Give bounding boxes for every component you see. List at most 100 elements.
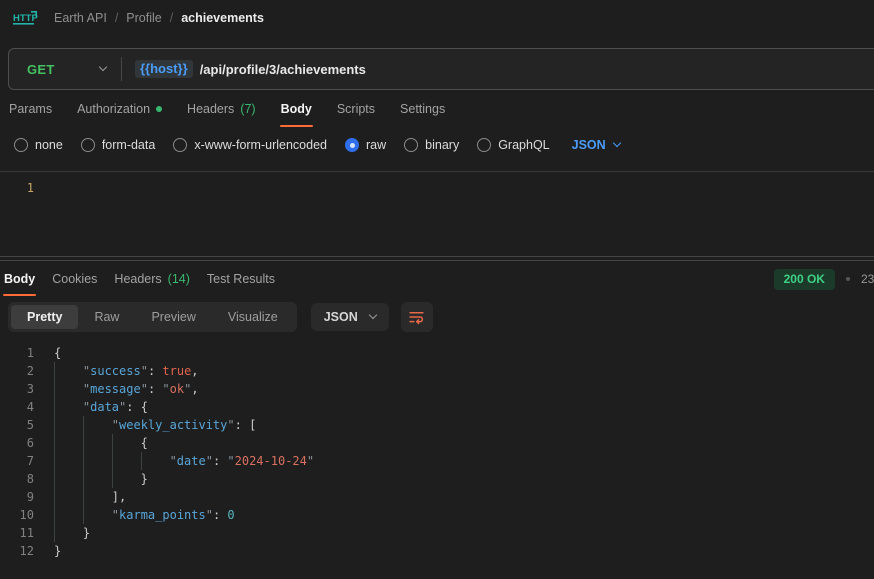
indent-guide [83, 506, 112, 524]
request-tab-body[interactable]: Body [280, 90, 313, 128]
body-mode-form-data[interactable]: form-data [81, 138, 156, 152]
response-tab-test-results[interactable]: Test Results [206, 261, 276, 297]
wrap-lines-button[interactable] [401, 302, 433, 332]
radio-icon[interactable] [14, 138, 28, 152]
body-mode-label: x-www-form-urlencoded [194, 138, 327, 152]
request-tab-scripts[interactable]: Scripts [336, 90, 376, 128]
code-tokens: } [83, 524, 90, 542]
code-content: } [54, 470, 148, 488]
line-number: 1 [0, 344, 34, 362]
svg-text:HTTP: HTTP [13, 13, 38, 24]
response-code-line: 5 "weekly_activity": [ [0, 416, 874, 434]
body-mode-label: GraphQL [498, 138, 549, 152]
host-variable-chip[interactable]: {{host}} [135, 60, 193, 78]
indent-guide [54, 452, 83, 470]
tab-label: Test Results [207, 272, 275, 286]
code-tokens: "success": true, [83, 362, 199, 380]
radio-icon[interactable] [173, 138, 187, 152]
http-request-icon: HTTP [12, 10, 38, 26]
code-tokens: { [141, 434, 148, 452]
body-mode-raw[interactable]: raw [345, 138, 386, 152]
body-mode-graphql[interactable]: GraphQL [477, 138, 549, 152]
line-number: 5 [0, 416, 34, 434]
view-tab-visualize[interactable]: Visualize [212, 305, 294, 329]
indent-guide [141, 452, 170, 470]
view-tab-pretty[interactable]: Pretty [11, 305, 78, 329]
line-number: 9 [0, 488, 34, 506]
response-tab-cookies[interactable]: Cookies [51, 261, 98, 297]
indent-guide [54, 434, 83, 452]
request-body-editor[interactable]: 1 [0, 171, 874, 256]
url-input[interactable]: {{host}} /api/profile/3/achievements [122, 49, 874, 89]
request-tab-params[interactable]: Params [8, 90, 53, 128]
code-tokens: "date": "2024-10-24" [170, 452, 315, 470]
code-content: "date": "2024-10-24" [54, 452, 314, 470]
response-tab-headers[interactable]: Headers(14) [113, 261, 190, 297]
line-number: 8 [0, 470, 34, 488]
code-content: { [54, 434, 148, 452]
body-language-select[interactable]: JSON [572, 138, 620, 152]
tab-label: Scripts [337, 102, 375, 116]
meta-dot-separator [846, 277, 850, 281]
code-content: "weekly_activity": [ [54, 416, 256, 434]
breadcrumb-workspace[interactable]: Earth API [54, 11, 107, 25]
indent-guide [112, 470, 141, 488]
response-meta: 200 OK 230 [774, 261, 874, 297]
body-mode-binary[interactable]: binary [404, 138, 459, 152]
request-tab-settings[interactable]: Settings [399, 90, 446, 128]
tab-label: Cookies [52, 272, 97, 286]
response-body-viewer[interactable]: 1{2"success": true,3"message": "ok",4"da… [0, 337, 874, 560]
radio-selected-icon[interactable] [345, 138, 359, 152]
code-tokens: "data": { [83, 398, 148, 416]
response-code-line: 6{ [0, 434, 874, 452]
body-mode-x-www-form-urlencoded[interactable]: x-www-form-urlencoded [173, 138, 327, 152]
breadcrumb-separator: / [115, 11, 118, 25]
radio-icon[interactable] [81, 138, 95, 152]
indent-guide [83, 416, 112, 434]
http-request-tab: HTTP Earth API / Profile / achievements … [0, 0, 874, 579]
code-tokens: } [54, 542, 61, 560]
radio-icon[interactable] [477, 138, 491, 152]
indent-guide [83, 452, 112, 470]
breadcrumb-collection[interactable]: Profile [126, 11, 161, 25]
request-url-bar: GET {{host}} /api/profile/3/achievements [8, 48, 874, 90]
indent-guide [54, 362, 83, 380]
indent-guide [54, 380, 83, 398]
indent-guide [54, 416, 83, 434]
response-tab-body[interactable]: Body [3, 261, 36, 297]
indent-guide [83, 434, 112, 452]
view-mode-segmented-control: PrettyRawPreviewVisualize [8, 302, 297, 332]
response-language-select[interactable]: JSON [311, 303, 389, 331]
method-label: GET [27, 62, 55, 77]
method-selector[interactable]: GET [9, 49, 121, 89]
status-badge[interactable]: 200 OK [774, 269, 835, 290]
request-tab-authorization[interactable]: Authorization [76, 90, 163, 128]
tab-label: Settings [400, 102, 445, 116]
response-tabs: Body Cookies Headers(14) Test Results [3, 261, 276, 297]
view-tab-raw[interactable]: Raw [78, 305, 135, 329]
request-tab-headers[interactable]: Headers(7) [186, 90, 257, 128]
line-number: 7 [0, 452, 34, 470]
indent-guide [54, 506, 83, 524]
code-content: "data": { [54, 398, 148, 416]
code-tokens: { [54, 344, 61, 362]
response-code-line: 4"data": { [0, 398, 874, 416]
tab-label: Authorization [77, 102, 150, 116]
response-code-line: 9], [0, 488, 874, 506]
code-content: } [54, 542, 61, 560]
code-content: "success": true, [54, 362, 199, 380]
response-time: 230 [861, 272, 874, 286]
wrap-lines-icon [408, 309, 425, 326]
breadcrumb-request-name[interactable]: achievements [181, 11, 264, 25]
radio-dot [350, 143, 355, 148]
code-tokens: "karma_points": 0 [112, 506, 235, 524]
indent-guide [54, 488, 83, 506]
body-mode-label: binary [425, 138, 459, 152]
radio-icon[interactable] [404, 138, 418, 152]
tab-label: Body [281, 102, 312, 116]
view-tab-preview[interactable]: Preview [135, 305, 211, 329]
body-mode-none[interactable]: none [14, 138, 63, 152]
code-tokens: "message": "ok", [83, 380, 199, 398]
line-number: 6 [0, 434, 34, 452]
breadcrumb: Earth API / Profile / achievements [54, 11, 264, 25]
